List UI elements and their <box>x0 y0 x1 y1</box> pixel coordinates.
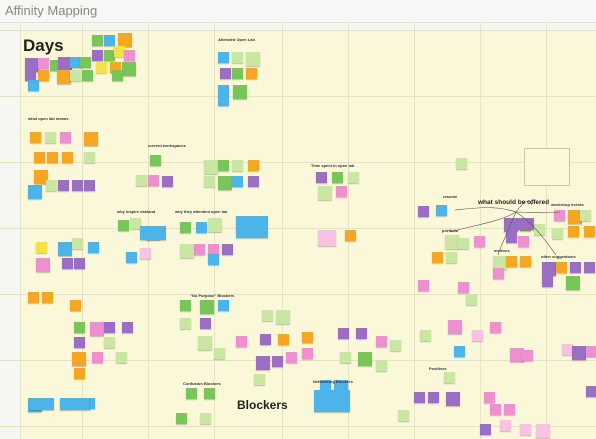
label-confusion-blockers: Confusion Blockers <box>183 381 221 386</box>
heading-what-should-be-offered: what should be offered <box>478 199 550 206</box>
label-what-open-lab-means: what open lab means <box>28 116 69 121</box>
label-other-suggestions: other suggestions <box>541 254 576 259</box>
label-why-attended-open-lab: why they attended open lab <box>175 209 228 214</box>
label-why-inspire-oakland: why inspire oakland <box>117 209 156 214</box>
label-resume: resume <box>443 194 458 199</box>
board-title: Affinity Mapping <box>5 3 98 18</box>
label-positives: Positives <box>429 366 447 371</box>
label-workshop-events: workshop events <box>551 202 584 207</box>
label-current-workspaces: current workspaces <box>148 143 186 148</box>
empty-frame[interactable] <box>524 148 570 186</box>
label-no-purpose-blockers: "No Purpose" Blockers <box>190 293 235 298</box>
label-networking-blockers: Networking Blockers <box>313 379 353 384</box>
board-titlebar: Affinity Mapping <box>0 0 596 23</box>
mindmap-connectors <box>449 200 561 256</box>
heading-blockers: Blockers <box>237 398 288 412</box>
label-mentors: mentors <box>494 248 510 253</box>
label-attended-open-lab: Attended Open Lab <box>218 37 255 42</box>
affinity-board[interactable]: Days Blockers what should be offered Att… <box>0 0 596 439</box>
label-portfolio: portfolio <box>442 228 459 233</box>
label-time-spent: Time spent in open lab <box>311 163 355 168</box>
heading-days: Days <box>23 36 64 55</box>
